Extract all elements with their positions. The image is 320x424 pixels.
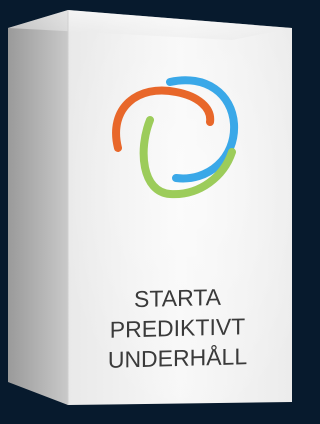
product-box-scene: STARTA PREDIKTIVT UNDERHÅLL — [0, 0, 299, 424]
box-left-side — [8, 10, 68, 405]
